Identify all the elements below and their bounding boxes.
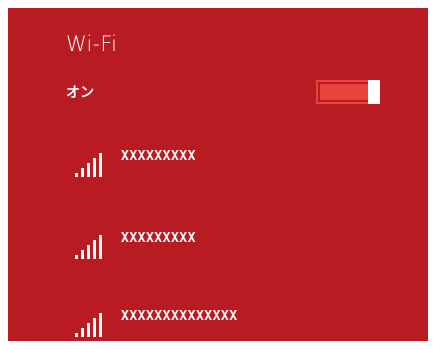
toggle-fill	[320, 84, 368, 100]
network-ssid: XXXXXXXXXXXXXX	[121, 309, 238, 324]
toggle-track	[316, 80, 372, 104]
network-ssid: XXXXXXXXX	[121, 149, 196, 164]
wifi-panel: Wi-Fi オン XXXXXXXXX XXXXXXXXX XXXXXXXXXXX…	[8, 8, 428, 341]
panel-title: Wi-Fi	[66, 32, 118, 56]
wifi-signal-bars-icon	[75, 153, 102, 177]
network-item[interactable]: XXXXXXXXXXXXXX	[66, 309, 406, 339]
toggle-thumb[interactable]	[368, 80, 380, 104]
wifi-toggle-switch[interactable]	[316, 80, 380, 104]
network-ssid: XXXXXXXXX	[121, 231, 196, 246]
wifi-signal-bars-icon	[75, 313, 102, 337]
wifi-signal-bars-icon	[75, 235, 102, 259]
network-item[interactable]: XXXXXXXXX	[66, 231, 406, 261]
network-item[interactable]: XXXXXXXXX	[66, 149, 406, 179]
wifi-toggle-label: オン	[66, 85, 94, 101]
